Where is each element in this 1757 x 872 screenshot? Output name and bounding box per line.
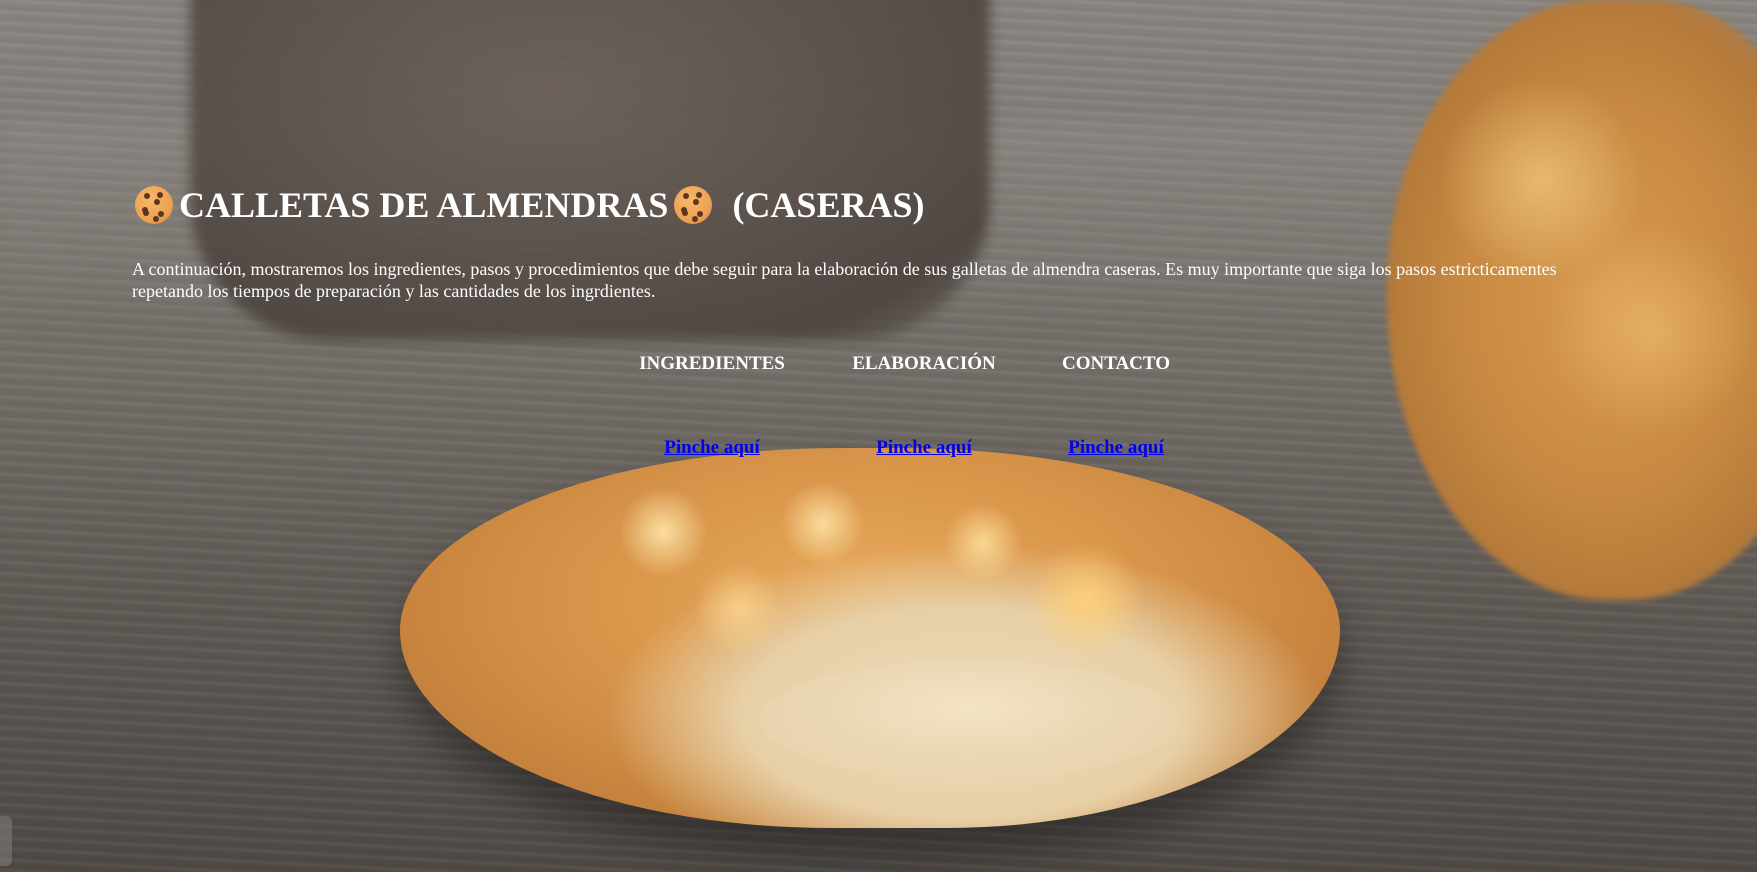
intro-paragraph: A continuación, mostraremos los ingredie… — [132, 259, 1557, 301]
scroll-handle[interactable] — [0, 816, 12, 866]
cookie-icon — [135, 186, 173, 224]
background-cookie-crumb — [760, 660, 1180, 780]
elaboracion-link[interactable]: Pinche aquí — [876, 437, 972, 458]
section-nav: INGREDIENTES ELABORACIÓN CONTACTO — [0, 352, 1757, 382]
link-column-contacto: Pinche aquí — [966, 436, 1266, 460]
contacto-link[interactable]: Pinche aquí — [1068, 437, 1164, 458]
title-suffix: (CASERAS) — [732, 185, 925, 225]
title-main: CALLETAS DE ALMENDRAS — [179, 185, 669, 225]
nav-heading-contacto: CONTACTO — [1061, 353, 1171, 374]
ingredientes-link[interactable]: Pinche aquí — [664, 437, 760, 458]
nav-column-contacto: CONTACTO — [966, 352, 1266, 376]
page-title: CALLETAS DE ALMENDRAS (CASERAS) — [135, 183, 924, 227]
cookie-icon — [674, 186, 713, 224]
